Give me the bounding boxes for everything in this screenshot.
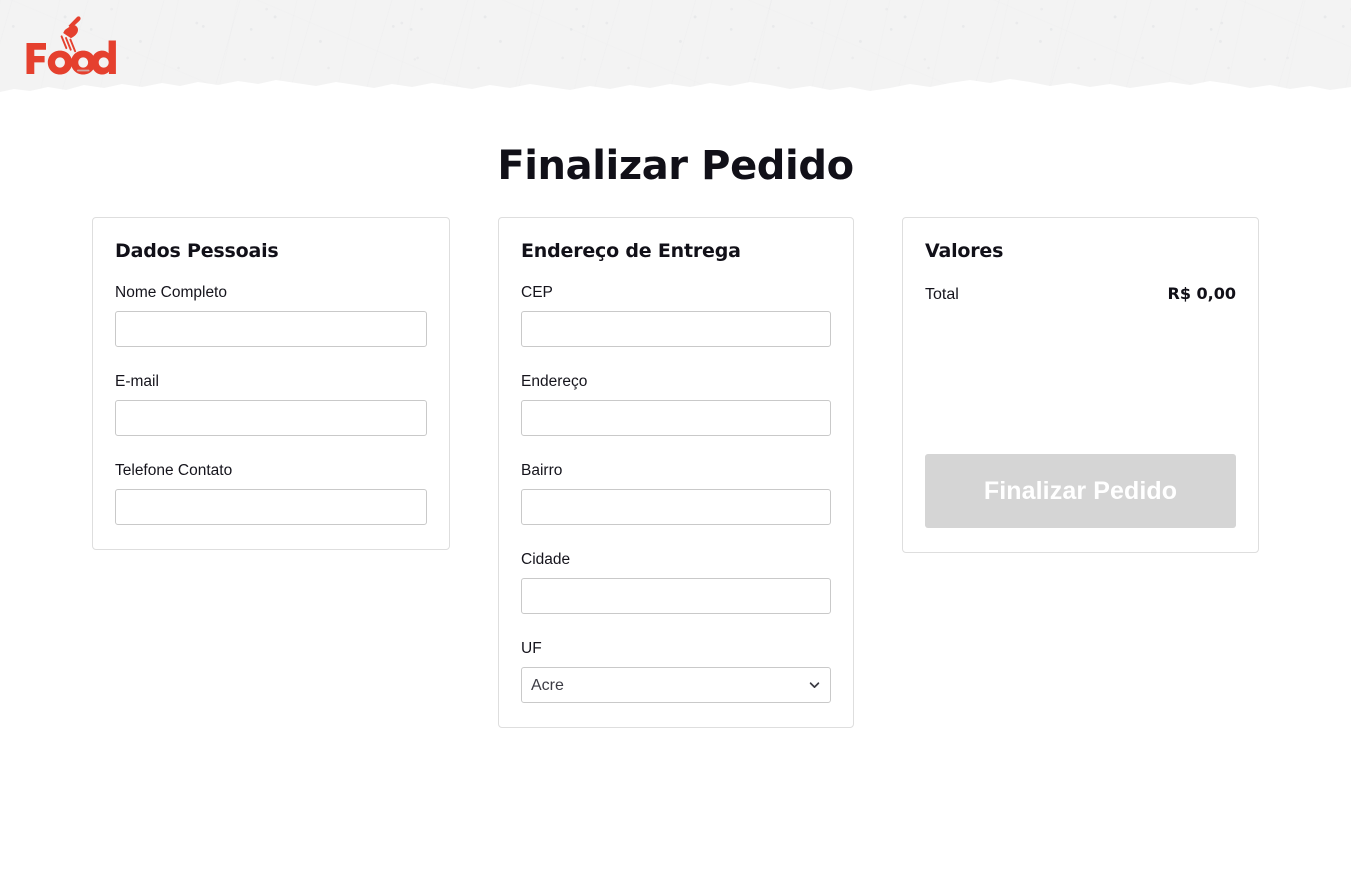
field-city: Cidade [521,551,831,614]
logo-shadow [77,69,90,72]
delivery-address-title: Endereço de Entrega [521,240,741,262]
phone-input[interactable] [115,489,427,525]
field-uf: UF Acre [521,640,831,703]
delivery-address-card: Endereço de Entrega CEP Endereço Bairro … [498,217,854,728]
finalize-order-button[interactable]: Finalizar Pedido [925,454,1236,528]
checkout-columns: Dados Pessoais Nome Completo E-mail Tele… [0,217,1351,728]
torn-paper-edge [0,79,1351,100]
label-email: E-mail [115,373,159,390]
label-full-name: Nome Completo [115,284,227,301]
fork-icon [60,16,81,53]
field-street: Endereço [521,373,831,436]
personal-data-title: Dados Pessoais [115,240,279,262]
field-full-name: Nome Completo [115,284,427,347]
values-spacer [925,318,1236,454]
label-city: Cidade [521,551,571,568]
label-uf: UF [521,640,542,657]
personal-data-card: Dados Pessoais Nome Completo E-mail Tele… [92,217,450,550]
label-street: Endereço [521,373,588,390]
field-cep: CEP [521,284,831,347]
values-card: Valores Total R$ 0,00 Finalizar Pedido [902,217,1259,553]
uf-select[interactable]: Acre [521,667,831,703]
total-row: Total R$ 0,00 [925,284,1236,304]
field-phone: Telefone Contato [115,462,427,525]
street-input[interactable] [521,400,831,436]
total-amount: R$ 0,00 [1167,284,1237,303]
district-input[interactable] [521,489,831,525]
email-input[interactable] [115,400,427,436]
full-name-input[interactable] [115,311,427,347]
field-district: Bairro [521,462,831,525]
label-district: Bairro [521,462,563,479]
site-header [0,0,1351,100]
cep-input[interactable] [521,311,831,347]
label-cep: CEP [521,284,553,301]
total-label: Total [925,286,959,303]
uf-select-wrapper: Acre [521,667,831,703]
food-logo[interactable] [25,14,117,76]
city-input[interactable] [521,578,831,614]
page-title: Finalizar Pedido [497,143,854,189]
label-phone: Telefone Contato [115,462,233,479]
values-title: Valores [925,240,1004,262]
field-email: E-mail [115,373,427,436]
